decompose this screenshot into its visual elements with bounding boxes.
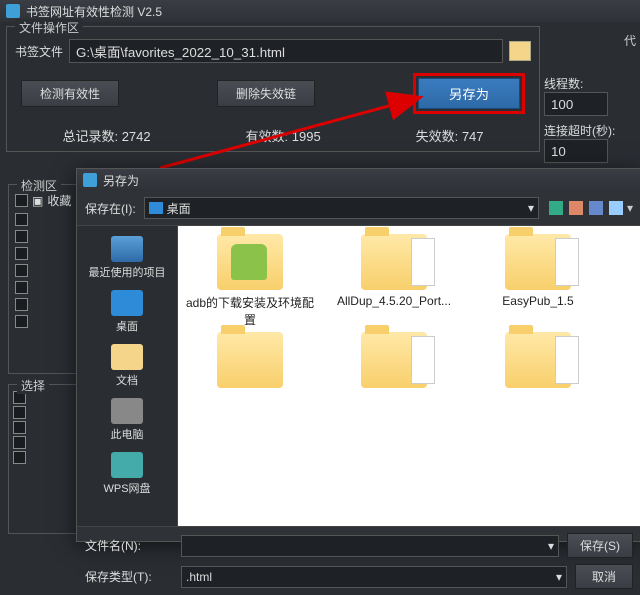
loc-pc[interactable]: 此电脑 — [80, 394, 174, 446]
save-as-button[interactable]: 另存为 — [418, 78, 520, 109]
new-folder-icon[interactable] — [589, 201, 603, 215]
valid-label: 有效数: — [246, 129, 289, 144]
chevron-down-icon: ▾ — [556, 570, 562, 584]
open-file-icon[interactable] — [509, 41, 531, 61]
filetype-label: 保存类型(T): — [85, 568, 173, 585]
bookmark-file-input[interactable] — [69, 39, 503, 63]
loc-cloud[interactable]: WPS网盘 — [80, 448, 174, 500]
filetype-combo[interactable]: .html▾ — [181, 566, 567, 588]
view-menu-icon[interactable]: ▾ — [627, 201, 633, 215]
places-bar: 最近使用的项目 桌面 文档 此电脑 WPS网盘 — [77, 226, 178, 526]
tree-item[interactable] — [13, 314, 81, 329]
save-as-dialog: 另存为 保存在(I): 桌面 ▾ ▾ 最近使用的项目 桌面 文档 此电脑 WPS… — [76, 168, 640, 542]
up-icon[interactable] — [569, 201, 583, 215]
timeout-input[interactable] — [544, 139, 608, 163]
detect-section-label: 检测区 — [17, 177, 61, 194]
file-view[interactable]: adb的下载安装及环境配置 AllDup_4.5.20_Port... Easy… — [178, 226, 640, 526]
delete-invalid-button[interactable]: 删除失效链 — [217, 80, 315, 107]
check-validity-button[interactable]: 检测有效性 — [21, 80, 119, 107]
tree-item[interactable] — [13, 280, 81, 295]
folder-item[interactable]: EasyPub_1.5 — [470, 234, 606, 328]
desktop-icon — [149, 202, 163, 214]
toolbar-icons: ▾ — [547, 201, 633, 215]
select-section: 选择 — [8, 384, 86, 534]
bookmark-file-label: 书签文件 — [15, 43, 63, 60]
select-item[interactable] — [13, 451, 81, 464]
cancel-button[interactable]: 取消 — [575, 564, 633, 589]
select-item[interactable] — [13, 406, 81, 419]
chevron-down-icon: ▾ — [528, 201, 534, 215]
invalid-label: 失效数: — [416, 129, 459, 144]
timeout-label: 连接超时(秒): — [544, 122, 636, 139]
threads-label: 线程数: — [544, 75, 636, 92]
total-value: 2742 — [122, 129, 151, 144]
savein-value: 桌面 — [167, 200, 191, 217]
main-titlebar: 书签网址有效性检测 V2.5 — [0, 0, 640, 22]
stats-row: 总记录数: 2742 有效数: 1995 失效数: 747 — [15, 126, 531, 145]
tree-item[interactable] — [13, 263, 81, 278]
file-ops-label: 文件操作区 — [15, 19, 83, 36]
saveas-highlight: 另存为 — [413, 73, 525, 114]
folder-item[interactable] — [182, 332, 318, 392]
back-icon[interactable] — [549, 201, 563, 215]
select-section-label: 选择 — [17, 377, 49, 394]
detect-section: 检测区 ▣ 收藏 — [8, 184, 86, 374]
loc-desktop[interactable]: 桌面 — [80, 286, 174, 338]
invalid-value: 747 — [462, 129, 484, 144]
app-icon — [6, 4, 20, 18]
filename-combo[interactable]: ▾ — [181, 535, 559, 557]
valid-value: 1995 — [292, 129, 321, 144]
tree-item[interactable] — [13, 212, 81, 227]
loc-recent[interactable]: 最近使用的项目 — [80, 232, 174, 284]
select-item[interactable] — [13, 436, 81, 449]
dialog-title: 另存为 — [103, 172, 139, 189]
dialog-titlebar: 另存为 — [77, 169, 640, 191]
tree-item[interactable] — [13, 229, 81, 244]
file-ops-section: 文件操作区 书签文件 检测有效性 删除失效链 另存为 总记录数: 2742 有效… — [6, 26, 540, 152]
savein-combo[interactable]: 桌面 ▾ — [144, 197, 539, 219]
tree-item[interactable] — [13, 246, 81, 261]
tree-item[interactable] — [13, 297, 81, 312]
threads-input[interactable] — [544, 92, 608, 116]
dialog-icon — [83, 173, 97, 187]
total-label: 总记录数: — [62, 129, 118, 144]
folder-item[interactable]: AllDup_4.5.20_Port... — [326, 234, 462, 328]
proxy-label: 代 — [544, 32, 636, 49]
folder-item[interactable]: adb的下载安装及环境配置 — [182, 234, 318, 328]
savein-label: 保存在(I): — [85, 200, 136, 217]
loc-docs[interactable]: 文档 — [80, 340, 174, 392]
folder-item[interactable] — [326, 332, 462, 392]
select-item[interactable] — [13, 421, 81, 434]
folder-item[interactable] — [470, 332, 606, 392]
view-icon[interactable] — [609, 201, 623, 215]
app-title: 书签网址有效性检测 V2.5 — [26, 3, 162, 20]
save-button[interactable]: 保存(S) — [567, 533, 633, 558]
chevron-down-icon: ▾ — [548, 539, 554, 553]
